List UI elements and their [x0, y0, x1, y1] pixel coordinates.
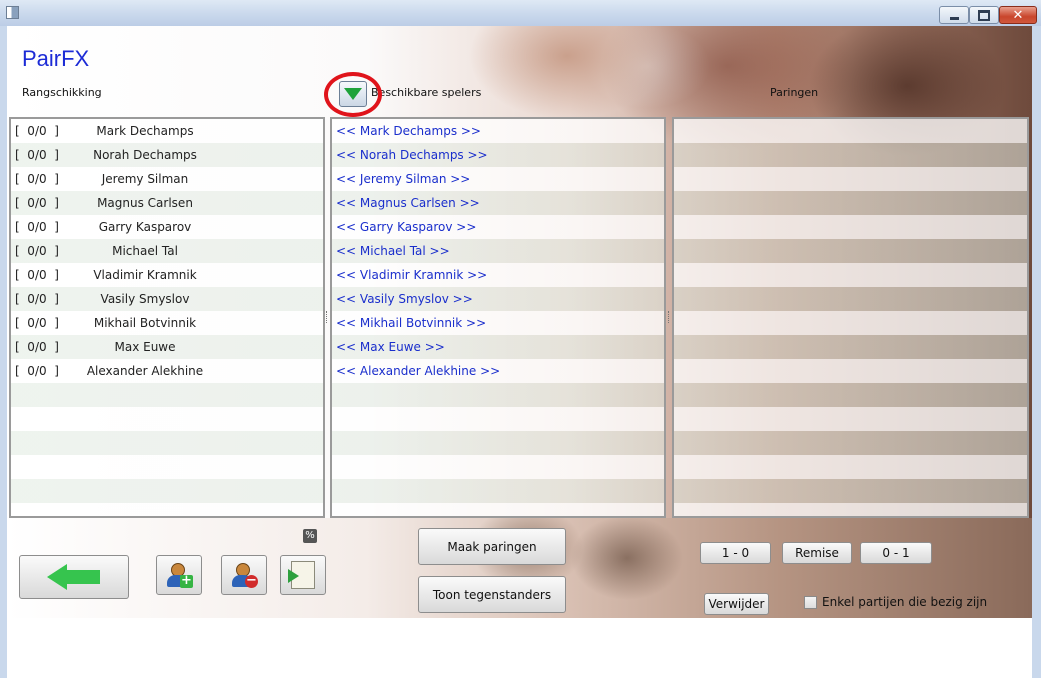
app-window-icon: [6, 6, 19, 19]
available-player-item[interactable]: << Vasily Smyslov >>: [332, 287, 664, 311]
delete-button[interactable]: Verwijder: [704, 593, 769, 615]
player-name: Garry Kasparov: [98, 220, 192, 234]
ranking-row[interactable]: [ 0/0 ] Garry Kasparov: [11, 215, 323, 239]
player-name: Michael Tal: [112, 244, 178, 258]
arrow-right-icon: [288, 569, 299, 583]
available-player-item[interactable]: << Alexander Alekhine >>: [332, 359, 664, 383]
add-user-icon: +: [166, 561, 193, 589]
player-score: [ 0/0 ]: [15, 244, 59, 258]
splitter-handle[interactable]: [668, 311, 671, 323]
result-black-win-button[interactable]: 0 - 1: [860, 542, 932, 564]
main-content: PairFX Rangschikking Beschikbare spelers…: [7, 26, 1032, 678]
ranking-row[interactable]: [ 0/0 ] Vasily Smyslov: [11, 287, 323, 311]
player-name: Mikhail Botvinnik: [93, 316, 197, 330]
pairings-header: Paringen: [770, 86, 819, 99]
arrow-shaft: [66, 570, 100, 584]
available-players-header: Beschikbare spelers: [371, 86, 482, 99]
minimize-button[interactable]: [939, 6, 969, 24]
app-title: PairFX: [22, 46, 90, 71]
maximize-button[interactable]: [969, 6, 999, 24]
export-document-icon: [288, 561, 315, 589]
player-name: Jeremy Silman: [101, 172, 189, 186]
player-name: Alexander Alekhine: [86, 364, 204, 378]
ranking-list[interactable]: [ 0/0 ] Mark Dechamps [ 0/0 ] Norah Dechamp…: [9, 117, 325, 518]
player-score: [ 0/0 ]: [15, 124, 59, 138]
ranking-row[interactable]: [ 0/0 ] Max Euwe: [11, 335, 323, 359]
pairings-list[interactable]: [672, 117, 1029, 518]
window-frame-left: [0, 26, 7, 678]
available-players-list[interactable]: << Mark Dechamps >> << Norah Dechamps >> <…: [330, 117, 666, 518]
minus-icon: −: [245, 573, 258, 588]
available-player-item[interactable]: << Magnus Carlsen >>: [332, 191, 664, 215]
add-player-button[interactable]: +: [156, 555, 202, 595]
arrow-head: [47, 564, 67, 590]
maximize-icon: [978, 9, 990, 21]
available-player-item[interactable]: << Michael Tal >>: [332, 239, 664, 263]
window-frame-right: [1032, 26, 1041, 678]
player-name: Magnus Carlsen: [97, 196, 193, 210]
player-score: [ 0/0 ]: [15, 292, 59, 306]
player-score: [ 0/0 ]: [15, 268, 59, 282]
available-player-item[interactable]: << Garry Kasparov >>: [332, 215, 664, 239]
player-name: Max Euwe: [114, 340, 176, 354]
ranking-row[interactable]: [ 0/0 ] Magnus Carlsen: [11, 191, 323, 215]
make-pairings-button[interactable]: Maak paringen: [418, 528, 566, 565]
show-opponents-button[interactable]: Toon tegenstanders: [418, 576, 566, 613]
ranking-row[interactable]: [ 0/0 ] Alexander Alekhine: [11, 359, 323, 383]
available-player-item[interactable]: << Vladimir Kramnik >>: [332, 263, 664, 287]
player-score: [ 0/0 ]: [15, 364, 59, 378]
splitter-handle[interactable]: [326, 311, 329, 323]
plus-icon: +: [180, 573, 193, 588]
percent-icon[interactable]: %: [303, 529, 317, 543]
ranking-row[interactable]: [ 0/0 ] Mark Dechamps: [11, 119, 323, 143]
player-name: Mark Dechamps: [96, 124, 194, 138]
player-name: Vasily Smyslov: [100, 292, 190, 306]
player-score: [ 0/0 ]: [15, 340, 59, 354]
only-ongoing-label: Enkel partijen die bezig zijn: [822, 595, 988, 609]
close-button[interactable]: ✕: [999, 6, 1037, 24]
player-score: [ 0/0 ]: [15, 220, 59, 234]
back-button[interactable]: [19, 555, 129, 599]
player-score: [ 0/0 ]: [15, 148, 59, 162]
close-icon: ✕: [1012, 7, 1024, 23]
window-titlebar: ✕: [0, 0, 1041, 27]
export-button[interactable]: [280, 555, 326, 595]
result-white-win-button[interactable]: 1 - 0: [700, 542, 771, 564]
player-score: [ 0/0 ]: [15, 196, 59, 210]
remove-player-button[interactable]: −: [221, 555, 267, 595]
remove-user-icon: −: [231, 561, 258, 589]
ranking-header: Rangschikking: [22, 86, 102, 99]
player-name: Vladimir Kramnik: [93, 268, 197, 282]
ranking-row[interactable]: [ 0/0 ] Vladimir Kramnik: [11, 263, 323, 287]
ranking-row[interactable]: [ 0/0 ] Mikhail Botvinnik: [11, 311, 323, 335]
ranking-row[interactable]: [ 0/0 ] Norah Dechamps: [11, 143, 323, 167]
highlight-ring: [324, 72, 382, 117]
arrow-left-icon: [47, 564, 101, 590]
only-ongoing-checkbox[interactable]: [804, 595, 817, 609]
player-name: Norah Dechamps: [93, 148, 197, 162]
available-player-item[interactable]: << Mark Dechamps >>: [332, 119, 664, 143]
available-player-item[interactable]: << Mikhail Botvinnik >>: [332, 311, 664, 335]
minimize-icon: [949, 16, 959, 20]
available-player-item[interactable]: << Max Euwe >>: [332, 335, 664, 359]
result-draw-button[interactable]: Remise: [782, 542, 852, 564]
player-score: [ 0/0 ]: [15, 316, 59, 330]
available-player-item[interactable]: << Jeremy Silman >>: [332, 167, 664, 191]
available-player-item[interactable]: << Norah Dechamps >>: [332, 143, 664, 167]
player-score: [ 0/0 ]: [15, 172, 59, 186]
only-ongoing-option[interactable]: Enkel partijen die bezig zijn: [804, 595, 987, 609]
ranking-row[interactable]: [ 0/0 ] Michael Tal: [11, 239, 323, 263]
ranking-row[interactable]: [ 0/0 ] Jeremy Silman: [11, 167, 323, 191]
